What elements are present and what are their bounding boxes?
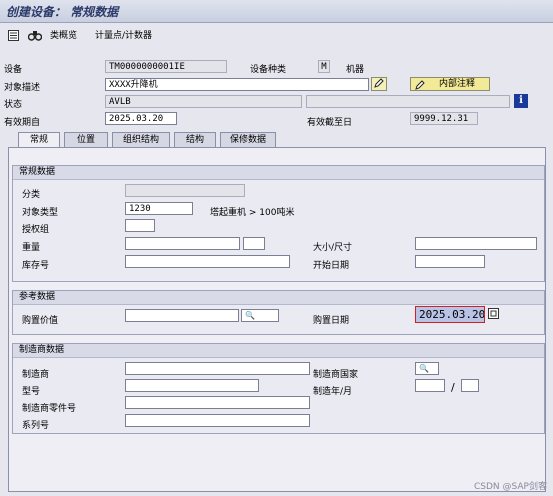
tab-structure[interactable]: 结构 — [174, 132, 216, 147]
auth-group-field[interactable] — [125, 219, 155, 232]
binoculars-icon[interactable] — [27, 30, 43, 41]
valid-to-field[interactable]: 9999.12.31 — [410, 112, 478, 125]
category-label: 设备种类 — [250, 65, 287, 75]
valid-to-label: 有效截至日 — [307, 118, 353, 128]
class-label: 分类 — [22, 190, 41, 200]
long-text-edit-button[interactable] — [371, 77, 387, 91]
object-type-label: 对象类型 — [22, 208, 59, 218]
acquisition-date-label: 购置日期 — [313, 316, 350, 326]
equipment-field[interactable]: TM0000000001IE — [105, 60, 227, 73]
start-date-label: 开始日期 — [313, 261, 350, 271]
model-label: 型号 — [22, 387, 41, 397]
start-date-field[interactable] — [415, 255, 485, 268]
part-number-label: 制造商零件号 — [22, 404, 77, 414]
part-number-field[interactable] — [125, 396, 310, 409]
pencil-icon — [374, 78, 384, 88]
tab-organization[interactable]: 组织结构 — [112, 132, 170, 147]
page-title: 创建设备： 常规数据 — [6, 5, 119, 19]
group-title-manufacturer: 制造商数据 — [13, 344, 544, 358]
internal-note-button[interactable]: 内部注释 — [410, 77, 490, 91]
weight-unit-field[interactable] — [243, 237, 265, 250]
category-text: 机器 — [346, 65, 365, 75]
currency-field[interactable]: 🔍 — [241, 309, 279, 322]
status-label: 状态 — [4, 100, 23, 110]
manufacturer-label: 制造商 — [22, 370, 50, 380]
month-field[interactable] — [461, 379, 479, 392]
serial-number-label: 系列号 — [22, 421, 50, 431]
country-label: 制造商国家 — [313, 370, 359, 380]
valid-from-label: 有效期自 — [4, 118, 41, 128]
year-month-separator: / — [451, 381, 455, 394]
inventory-field[interactable] — [125, 255, 290, 268]
description-label: 对象描述 — [4, 83, 41, 93]
year-field[interactable] — [415, 379, 445, 392]
status-detail-field[interactable] — [306, 95, 510, 108]
equipment-label: 设备 — [4, 65, 23, 75]
calendar-icon[interactable] — [488, 308, 500, 320]
acquisition-value-field[interactable] — [125, 309, 239, 322]
serial-number-field[interactable] — [125, 414, 310, 427]
search-icon: 🔍 — [245, 311, 255, 320]
year-month-label: 制造年/月 — [313, 387, 353, 397]
auth-group-label: 授权组 — [22, 225, 50, 235]
measuring-points-button[interactable]: 计量点/计数器 — [95, 28, 152, 44]
title-bar: 创建设备： 常规数据 — [0, 0, 553, 23]
category-code-field[interactable]: M — [318, 60, 330, 73]
object-type-text: 塔起重机 > 100吨米 — [210, 208, 295, 218]
size-field[interactable] — [415, 237, 537, 250]
manufacturer-field[interactable] — [125, 362, 310, 375]
status-field[interactable]: AVLB — [105, 95, 302, 108]
note-edit-icon — [415, 80, 425, 90]
group-title-general: 常规数据 — [13, 166, 544, 180]
tab-location[interactable]: 位置 — [64, 132, 108, 147]
tab-warranty[interactable]: 保修数据 — [220, 132, 276, 147]
watermark: CSDN @SAP剑客 — [474, 482, 547, 492]
application-toolbar: 类概览 计量点/计数器 — [0, 24, 553, 48]
valid-from-field[interactable]: 2025.03.20 — [105, 112, 177, 125]
weight-field[interactable] — [125, 237, 240, 250]
tab-general[interactable]: 常规 — [18, 132, 60, 148]
description-field[interactable]: XXXX升降机 — [105, 78, 369, 91]
info-icon[interactable]: i — [514, 94, 528, 108]
inventory-label: 库存号 — [22, 261, 50, 271]
country-field[interactable]: 🔍 — [415, 362, 439, 375]
internal-note-label: 内部注释 — [439, 79, 476, 89]
size-label: 大小/尺寸 — [313, 243, 353, 253]
group-title-reference: 参考数据 — [13, 291, 544, 305]
search-icon: 🔍 — [419, 364, 429, 373]
acquisition-date-field[interactable]: 2025.03.20 — [415, 306, 485, 323]
overview-icon[interactable] — [8, 30, 19, 41]
weight-label: 重量 — [22, 243, 41, 253]
model-field[interactable] — [125, 379, 259, 392]
class-field[interactable] — [125, 184, 245, 197]
object-type-field[interactable]: 1230 — [125, 202, 193, 215]
classification-overview-button[interactable]: 类概览 — [50, 28, 77, 44]
acquisition-value-label: 购置价值 — [22, 316, 59, 326]
